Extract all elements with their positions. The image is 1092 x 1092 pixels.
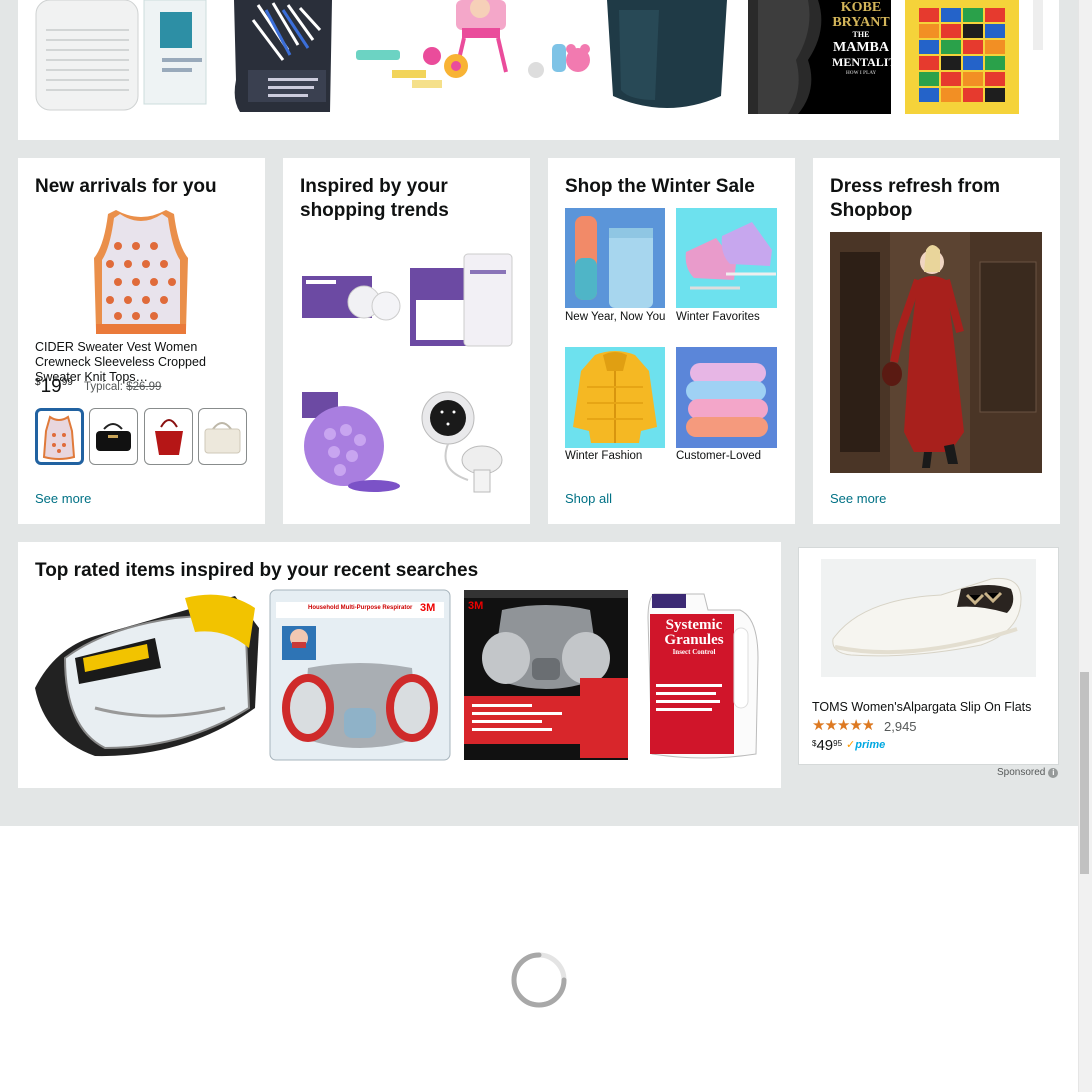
tile-customer-loved[interactable]	[676, 347, 777, 448]
card-title: Inspired by your shopping trends	[300, 176, 449, 221]
book-title-line: KOBE	[840, 0, 882, 15]
prime-badge-icon: ✓prime	[846, 739, 886, 751]
price-whole: 19	[40, 376, 62, 397]
granules-label-line: Systemic	[665, 617, 723, 633]
tile-new-year-now-you[interactable]	[565, 208, 665, 308]
price-fraction: 95	[833, 739, 843, 748]
new-arrivals-card: New arrivals for you CIDER Sweater Vest …	[18, 158, 265, 524]
tile-label: New Year, Now You	[565, 311, 666, 323]
product-paint-respirator-3m[interactable]: 3M	[462, 588, 630, 762]
loading-spinner-icon	[510, 951, 568, 1009]
carousel-item-doll-playset[interactable]	[352, 0, 592, 114]
price-whole: 49	[816, 737, 834, 754]
book-title-line: THE	[852, 30, 870, 39]
variant-swatch-sweater[interactable]	[35, 408, 84, 465]
inspired-card: Inspired by your shopping trends	[283, 158, 530, 524]
product-milk-storage-bags[interactable]	[408, 250, 516, 350]
prime-label: prime	[855, 739, 886, 751]
carousel-item-lego-blanket[interactable]	[905, 0, 1019, 114]
carousel-item-air-purifier[interactable]	[34, 0, 209, 114]
book-title-line: BRYANT	[832, 15, 890, 30]
tile-winter-favorites[interactable]	[676, 208, 777, 308]
ad-product-title[interactable]: TOMS Women'sAlpargata Slip On Flats	[812, 700, 1031, 714]
product-respirator-3m[interactable]: Household Multi-Purpose Respirator 3M	[268, 588, 452, 762]
shop-all-link[interactable]: Shop all	[565, 491, 612, 506]
sponsored-label[interactable]: Sponsored i	[997, 767, 1059, 778]
card-title: Top rated items inspired by your recent …	[35, 560, 479, 581]
product-safety-goggles[interactable]	[35, 588, 261, 762]
card-title: New arrivals for you	[35, 176, 217, 197]
product-breast-pump[interactable]	[408, 390, 516, 494]
ad-price-row: $ 49 95 ✓prime	[812, 737, 885, 754]
product-image-toms-flats[interactable]	[821, 559, 1036, 677]
book-caption: HOW I PLAY	[845, 71, 877, 76]
card-title: Shop the Winter Sale	[565, 176, 755, 197]
see-more-link[interactable]: See more	[35, 491, 91, 506]
typical-price-value: $26.99	[126, 381, 162, 393]
book-title-line: MAMBA	[833, 40, 889, 55]
variant-swatch-white-bag[interactable]	[198, 408, 247, 465]
variant-swatch-black-bag[interactable]	[89, 408, 138, 465]
sponsored-ad-card[interactable]: TOMS Women'sAlpargata Slip On Flats ★★★★…	[798, 547, 1059, 765]
top-carousel-card: KOBE BRYANT THE MAMBA MENTALITY HOW I PL…	[18, 0, 1059, 140]
price-fraction: 99	[61, 377, 73, 388]
winter-sale-card: Shop the Winter Sale New Year, Now You W…	[548, 158, 795, 524]
book-title-line: MENTALITY	[832, 55, 891, 69]
dress-refresh-card: Dress refresh from Shopbop See more	[813, 158, 1060, 524]
dress-promo-image[interactable]	[830, 232, 1042, 473]
price-symbol: $	[35, 377, 41, 388]
product-nursing-pads[interactable]	[300, 268, 404, 328]
page-scrollbar[interactable]	[1078, 0, 1092, 1092]
carousel-item-partial[interactable]	[1033, 0, 1043, 50]
brand-3m-logo: 3M	[420, 602, 436, 614]
product-gel-pads[interactable]	[300, 390, 404, 494]
card-title: Dress refresh from Shopbop	[830, 176, 1001, 221]
brand-3m-logo: 3M	[468, 600, 484, 612]
product-price: $1999	[35, 376, 73, 398]
rating-count[interactable]: 2,945	[884, 719, 917, 734]
variant-swatch-red-bag[interactable]	[144, 408, 193, 465]
info-icon[interactable]: i	[1048, 767, 1059, 778]
rating-row[interactable]: ★★★★★ ★★★★★ 2,945	[812, 718, 917, 734]
top-rated-card: Top rated items inspired by your recent …	[18, 542, 781, 788]
granules-label-line: Insect Control	[672, 648, 716, 656]
carousel-item-golf-tees[interactable]	[228, 0, 335, 114]
carousel-item-dark-vase[interactable]	[599, 0, 735, 114]
carousel-item-mamba-book[interactable]: KOBE BRYANT THE MAMBA MENTALITY HOW I PL…	[748, 0, 891, 114]
sponsored-text: Sponsored	[997, 767, 1046, 778]
star-rating-icon: ★★★★★ ★★★★★	[812, 717, 875, 734]
product-systemic-granules[interactable]: Systemic Granules Insect Control	[644, 588, 762, 762]
scrollbar-thumb[interactable]	[1080, 672, 1089, 874]
see-more-link[interactable]: See more	[830, 491, 886, 506]
tile-label: Winter Favorites	[676, 311, 760, 323]
respirator-package-label: Household Multi-Purpose Respirator	[308, 605, 413, 611]
tile-label: Winter Fashion	[565, 450, 643, 462]
tile-label: Customer-Loved	[676, 450, 762, 462]
product-image-sweater-vest[interactable]	[88, 206, 194, 338]
granules-label-line: Granules	[664, 632, 724, 648]
typical-price-label: Typical:	[84, 381, 123, 393]
tile-winter-fashion[interactable]	[565, 347, 665, 448]
